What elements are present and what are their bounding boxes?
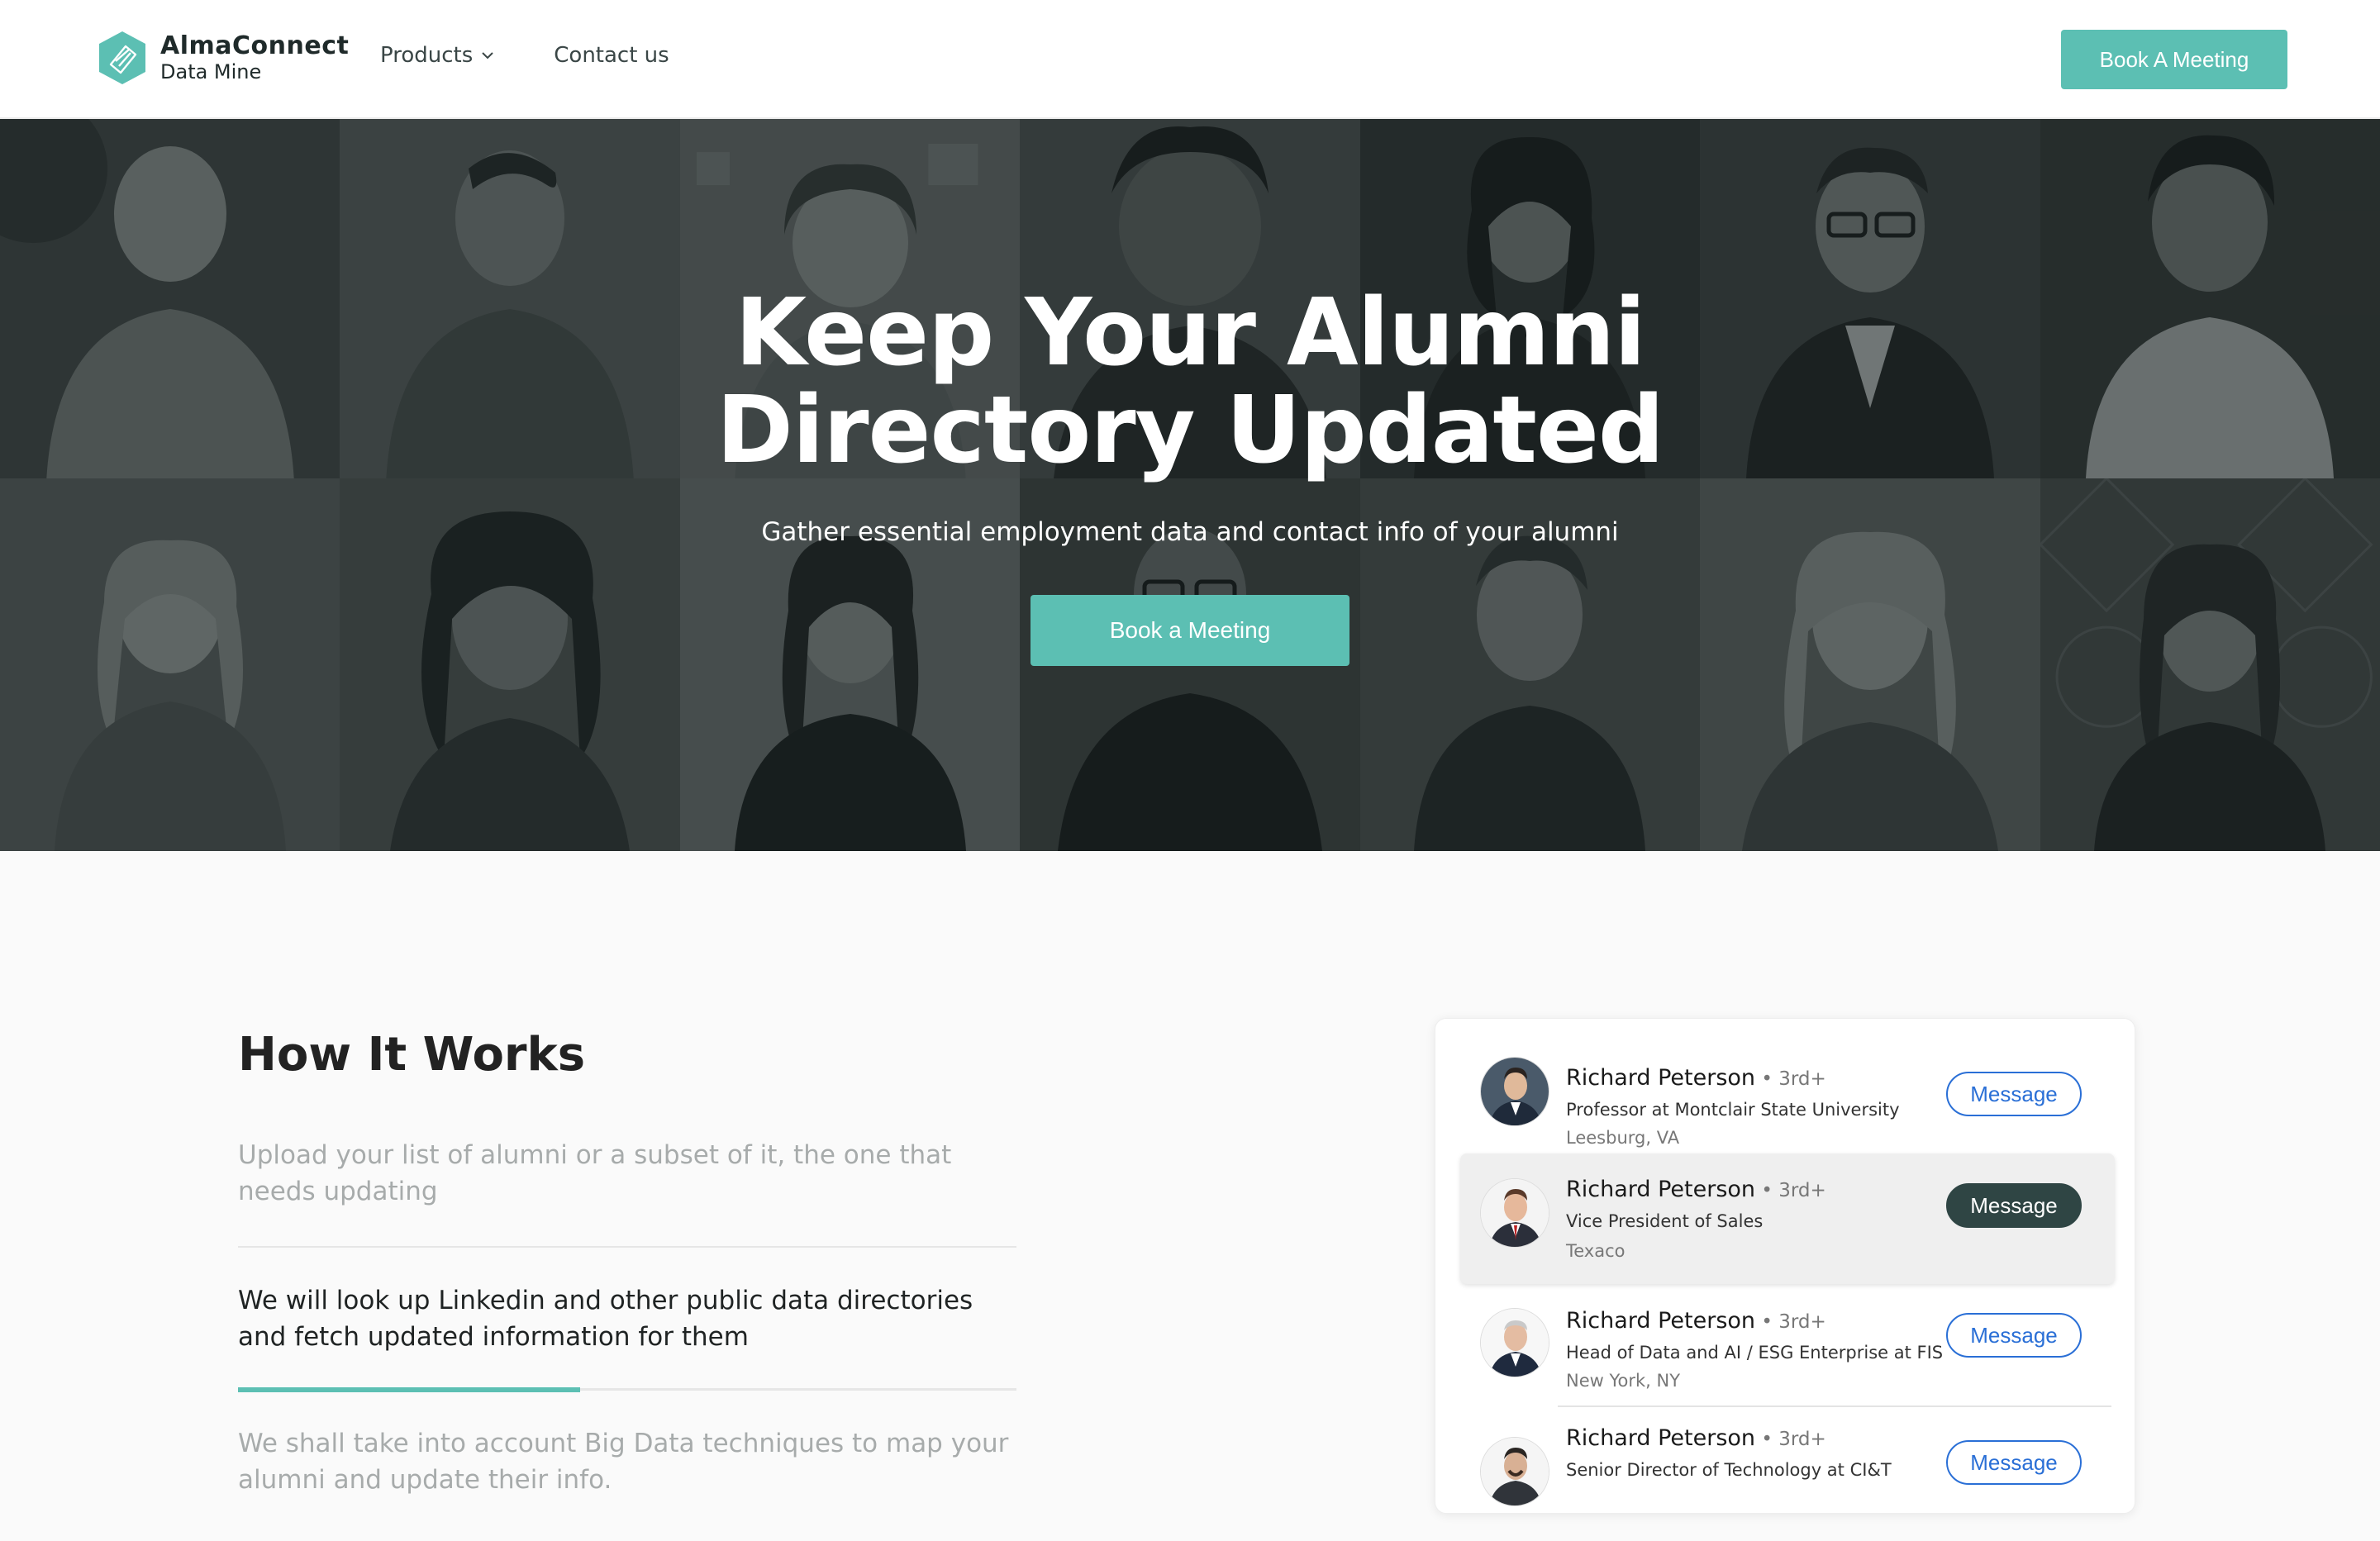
profile-row: Richard Peterson • 3rd+ Professor at Mon… xyxy=(1435,1037,2136,1161)
hero-section: Keep Your Alumni Directory Updated Gathe… xyxy=(0,119,2380,851)
hero-title: Keep Your Alumni Directory Updated xyxy=(0,284,2380,479)
connection-degree: • 3rd+ xyxy=(1755,1068,1826,1090)
message-button[interactable]: Message xyxy=(1946,1183,2082,1228)
profile-divider xyxy=(1558,1405,2111,1407)
profile-role: Senior Director of Technology at CI&T xyxy=(1566,1460,1892,1480)
profile-list-card: Richard Peterson • 3rd+ Professor at Mon… xyxy=(1435,1018,2135,1514)
profile-row: Richard Peterson • 3rd+ Senior Director … xyxy=(1435,1417,2136,1541)
hexagon-logo-icon xyxy=(99,31,145,84)
profile-role: Vice President of Sales xyxy=(1566,1211,1764,1231)
profile-name[interactable]: Richard Peterson • 3rd+ xyxy=(1566,1065,1826,1091)
nav-contact[interactable]: Contact us xyxy=(554,43,669,68)
step-1[interactable]: Upload your list of alumni or a subset o… xyxy=(238,1137,1016,1210)
profile-role: Head of Data and AI / ESG Enterprise at … xyxy=(1566,1343,1944,1363)
profile-location: New York, NY xyxy=(1566,1371,1681,1391)
site-header: AlmaConnect Data Mine Products Contact u… xyxy=(0,0,2380,119)
profile-name[interactable]: Richard Peterson • 3rd+ xyxy=(1566,1308,1826,1334)
avatar xyxy=(1480,1178,1549,1248)
header-book-meeting-button[interactable]: Book A Meeting xyxy=(2061,30,2287,89)
avatar xyxy=(1480,1057,1549,1126)
connection-degree: • 3rd+ xyxy=(1755,1311,1826,1333)
message-button[interactable]: Message xyxy=(1946,1313,2082,1358)
chevron-down-icon xyxy=(482,52,493,59)
message-button[interactable]: Message xyxy=(1946,1072,2082,1116)
profile-name[interactable]: Richard Peterson • 3rd+ xyxy=(1566,1177,1826,1202)
avatar xyxy=(1480,1437,1549,1506)
connection-degree: • 3rd+ xyxy=(1755,1180,1826,1201)
step-progress-fill xyxy=(238,1387,581,1392)
nav-products-label: Products xyxy=(380,43,474,68)
main-nav: Products Contact us xyxy=(380,43,669,68)
brand-subtitle: Data Mine xyxy=(160,60,262,83)
how-it-works-title: How It Works xyxy=(238,1028,586,1082)
step-progress-track xyxy=(238,1387,1016,1392)
profile-location: Leesburg, VA xyxy=(1566,1128,1680,1148)
nav-contact-label: Contact us xyxy=(554,43,669,68)
step-2[interactable]: We will look up Linkedin and other publi… xyxy=(238,1282,1016,1355)
profile-name-text: Richard Peterson xyxy=(1566,1177,1756,1202)
hero-title-line1: Keep Your Alumni xyxy=(735,279,1645,387)
avatar xyxy=(1480,1308,1549,1377)
hero-subtitle: Gather essential employment data and con… xyxy=(761,517,1619,547)
profile-row-highlighted: Richard Peterson • 3rd+ Vice President o… xyxy=(1460,1153,2115,1284)
profile-name-text: Richard Peterson xyxy=(1566,1065,1756,1091)
nav-products[interactable]: Products xyxy=(380,43,496,68)
step-divider xyxy=(238,1246,1016,1248)
hero-overlay xyxy=(0,119,2380,851)
profile-role: Professor at Montclair State University xyxy=(1566,1100,1900,1120)
brand-name: AlmaConnect xyxy=(160,31,350,60)
profile-name[interactable]: Richard Peterson • 3rd+ xyxy=(1566,1425,1826,1451)
hero-title-line2: Directory Updated xyxy=(716,377,1664,484)
message-button[interactable]: Message xyxy=(1946,1440,2082,1485)
profile-name-text: Richard Peterson xyxy=(1566,1308,1756,1334)
profile-name-text: Richard Peterson xyxy=(1566,1425,1756,1451)
profile-location: Texaco xyxy=(1566,1241,1626,1261)
profile-row: Richard Peterson • 3rd+ Head of Data and… xyxy=(1435,1291,2136,1415)
hero-book-meeting-button[interactable]: Book a Meeting xyxy=(1031,595,1349,666)
connection-degree: • 3rd+ xyxy=(1755,1429,1826,1450)
brand-logo[interactable]: AlmaConnect Data Mine xyxy=(93,28,349,88)
